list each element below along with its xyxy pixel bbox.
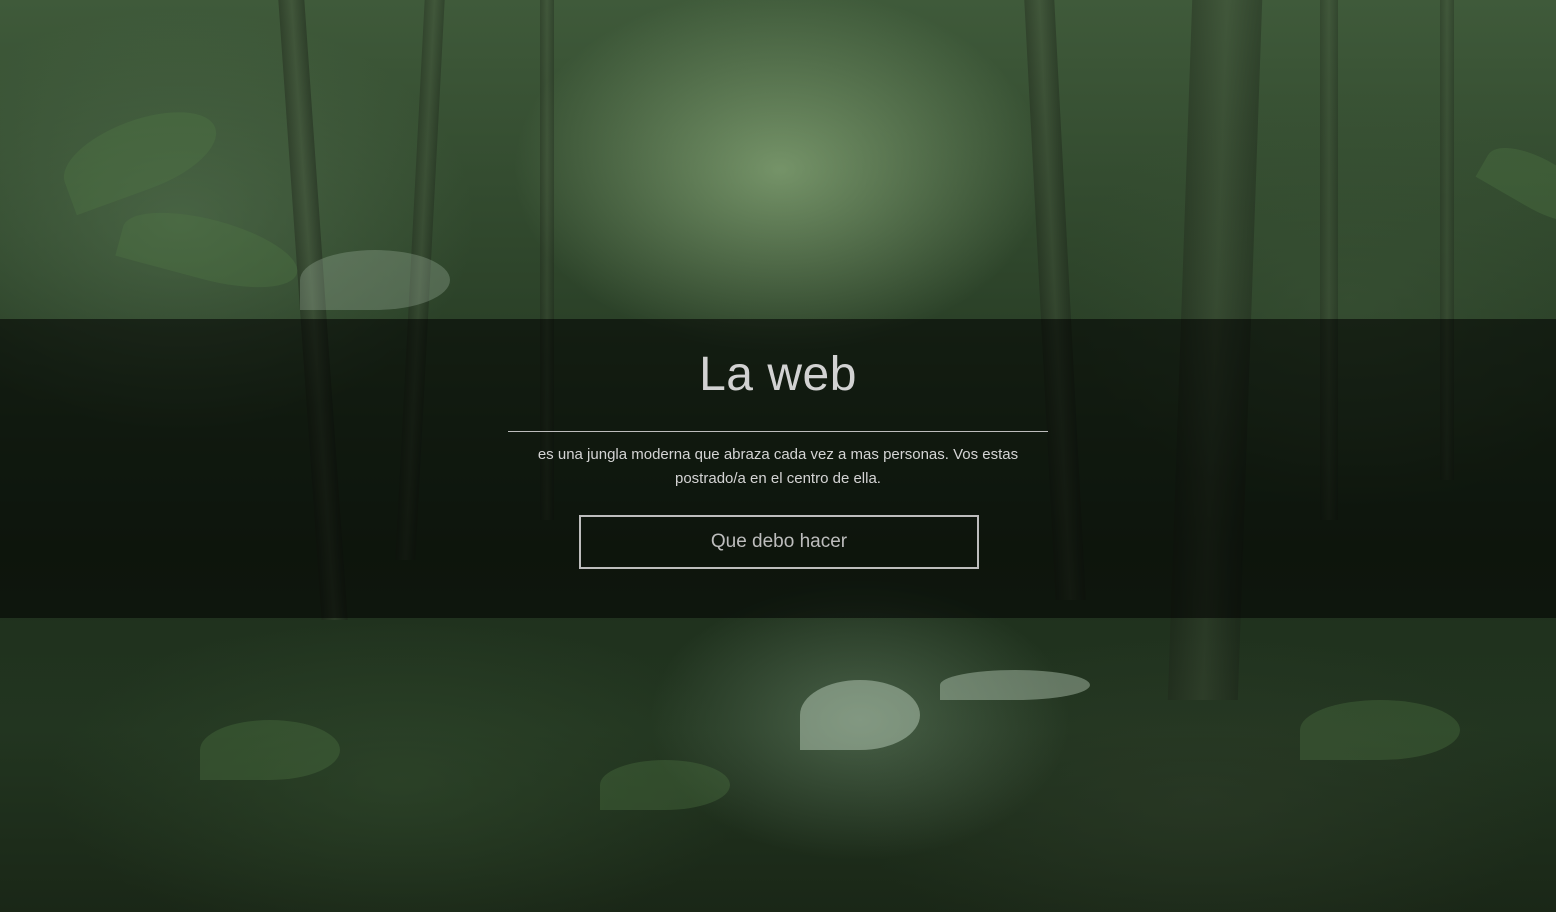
title-divider [508,431,1048,432]
hero-description: es una jungla moderna que abraza cada ve… [537,446,1019,487]
cta-button[interactable]: Que debo hacer [579,515,979,569]
page-title: La web [699,348,857,401]
hero-section: La web es una jungla moderna que abraza … [0,319,1556,618]
